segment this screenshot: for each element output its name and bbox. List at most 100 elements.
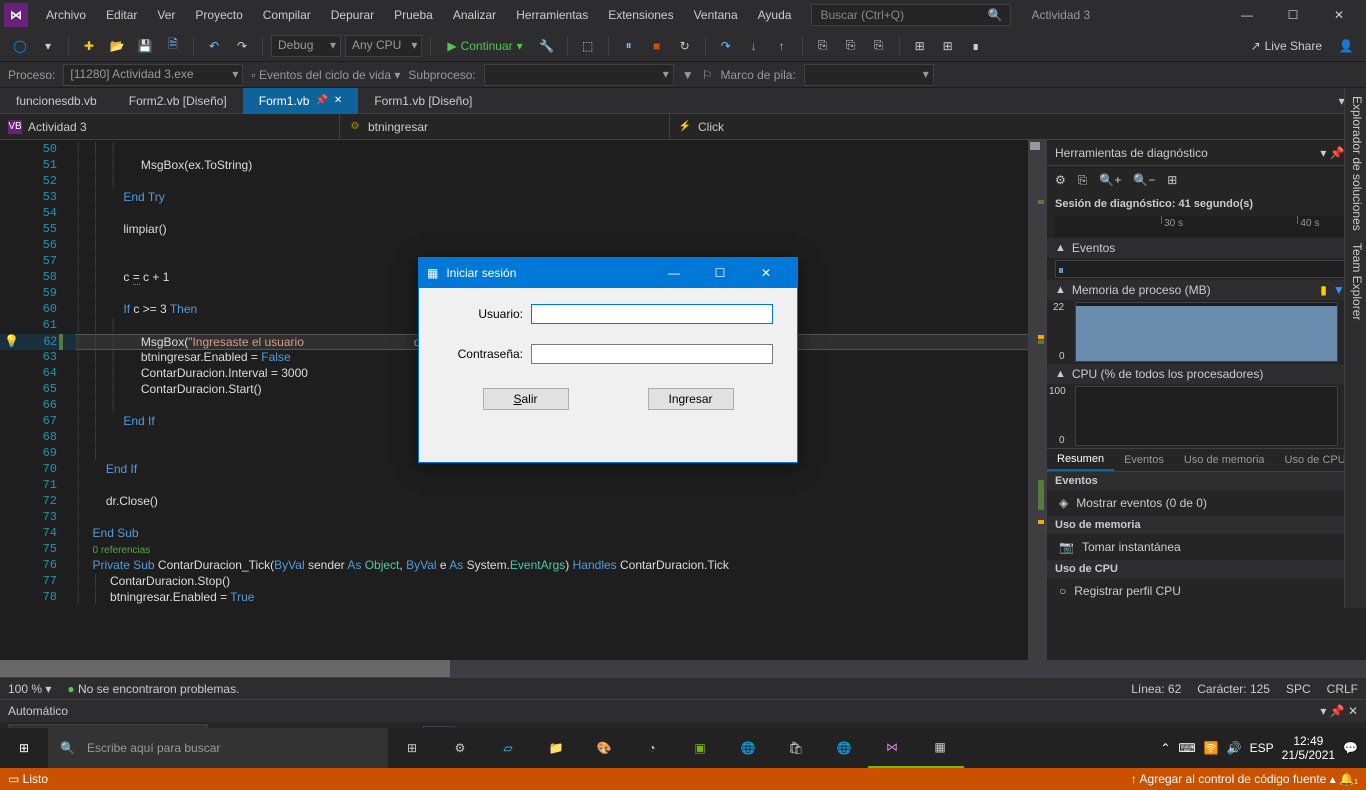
task-store-icon[interactable]: 🛍 bbox=[772, 728, 820, 768]
tray-lang[interactable]: ESP bbox=[1250, 741, 1274, 755]
minimize-button[interactable]: ― bbox=[1224, 0, 1270, 30]
diag-zoomout-icon[interactable]: 🔍− bbox=[1133, 173, 1155, 187]
login-close-button[interactable]: ✕ bbox=[743, 258, 789, 288]
menu-analizar[interactable]: Analizar bbox=[443, 0, 506, 30]
task-running-app-icon[interactable]: ▦ bbox=[916, 728, 964, 768]
salir-button[interactable]: Salir bbox=[483, 388, 569, 410]
menu-extensiones[interactable]: Extensiones bbox=[598, 0, 683, 30]
lightbulb-icon[interactable]: 💡 bbox=[4, 334, 19, 348]
marco-dropdown[interactable] bbox=[804, 64, 934, 86]
login-minimize-button[interactable]: ― bbox=[651, 258, 697, 288]
diag-select-icon[interactable]: ⎘ bbox=[1078, 173, 1088, 188]
tab-form2[interactable]: Form2.vb [Diseño] bbox=[113, 88, 243, 114]
menu-ver[interactable]: Ver bbox=[147, 0, 185, 30]
task-paint-icon[interactable]: 🎨 bbox=[580, 728, 628, 768]
task-explorer-icon[interactable]: 📁 bbox=[532, 728, 580, 768]
task-nvidia-icon[interactable]: ▣ bbox=[676, 728, 724, 768]
diag-zoomin-icon[interactable]: 🔍+ bbox=[1099, 173, 1121, 187]
spc-indicator[interactable]: SPC bbox=[1286, 682, 1311, 696]
filter2-icon[interactable]: ⚐ bbox=[702, 68, 713, 82]
diag-tomar-instantanea[interactable]: 📷Tomar instantánea bbox=[1047, 534, 1366, 560]
nav-class[interactable]: ⚙btningresar bbox=[340, 114, 670, 139]
menu-compilar[interactable]: Compilar bbox=[253, 0, 321, 30]
menu-ayuda[interactable]: Ayuda bbox=[748, 0, 802, 30]
close-button[interactable]: ✕ bbox=[1316, 0, 1362, 30]
task-settings-icon[interactable]: ⚙ bbox=[436, 728, 484, 768]
saveall-icon[interactable]: 🗎 bbox=[161, 34, 185, 58]
tb-icon-1[interactable]: 🔧 bbox=[535, 34, 559, 58]
vscrollbar[interactable] bbox=[1028, 140, 1046, 660]
task-view-icon[interactable]: ⊞ bbox=[388, 728, 436, 768]
fwd-icon[interactable]: ▾ bbox=[36, 34, 60, 58]
platform-dropdown[interactable]: Any CPU bbox=[345, 35, 422, 57]
pause-icon[interactable]: ⏸ bbox=[617, 34, 641, 58]
tb-icon-7[interactable]: ⊞ bbox=[936, 34, 960, 58]
save-icon[interactable]: 💾 bbox=[133, 34, 157, 58]
eventos-label[interactable]: ▫ Eventos del ciclo de vida ▾ bbox=[251, 68, 400, 82]
timeline-ruler[interactable]: 30 s 40 s bbox=[1055, 216, 1358, 236]
diag-settings-icon[interactable]: ⚙ bbox=[1055, 173, 1066, 187]
menu-herramientas[interactable]: Herramientas bbox=[506, 0, 598, 30]
menu-prueba[interactable]: Prueba bbox=[384, 0, 443, 30]
crlf-indicator[interactable]: CRLF bbox=[1327, 682, 1358, 696]
tray-up-icon[interactable]: ⌃ bbox=[1160, 741, 1170, 755]
close-icon[interactable]: ✕ bbox=[334, 95, 342, 106]
proceso-dropdown[interactable]: [11280] Actividad 3.exe bbox=[63, 64, 243, 86]
tab-form1-vb[interactable]: Form1.vb 📌 ✕ bbox=[243, 88, 359, 114]
diag-reset-icon[interactable]: ⊞ bbox=[1167, 173, 1177, 187]
tb-icon-3[interactable]: ⎘ bbox=[811, 34, 835, 58]
tab-funcionesdb[interactable]: funcionesdb.vb bbox=[0, 88, 113, 114]
problems-status[interactable]: ● No se encontraron problemas. bbox=[67, 682, 239, 696]
menu-depurar[interactable]: Depurar bbox=[321, 0, 384, 30]
config-dropdown[interactable]: Debug bbox=[271, 35, 341, 57]
maximize-button[interactable]: ☐ bbox=[1270, 0, 1316, 30]
tb-icon-5[interactable]: ⎘ bbox=[867, 34, 891, 58]
step-out-icon[interactable]: ↑ bbox=[770, 34, 794, 58]
login-titlebar[interactable]: ▦ Iniciar sesión ― ☐ ✕ bbox=[419, 258, 797, 288]
sidebar-team[interactable]: Team Explorer bbox=[1347, 243, 1364, 320]
diag-tab-memoria[interactable]: Uso de memoria bbox=[1174, 449, 1275, 471]
tb-icon-6[interactable]: ⊞ bbox=[908, 34, 932, 58]
ingresar-button[interactable]: Ingresar bbox=[648, 388, 734, 410]
step-into-icon[interactable]: ↓ bbox=[742, 34, 766, 58]
diag-tab-resumen[interactable]: Resumen bbox=[1047, 449, 1114, 471]
zoom-level[interactable]: 100 % ▾ bbox=[8, 682, 51, 696]
start-button[interactable]: ⊞ bbox=[0, 728, 48, 768]
tray-sound-icon[interactable]: 🔊 bbox=[1227, 741, 1242, 755]
diag-tab-eventos[interactable]: Eventos bbox=[1114, 449, 1174, 471]
open-icon[interactable]: 📂 bbox=[105, 34, 129, 58]
task-chrome-icon[interactable]: 🌐 bbox=[724, 728, 772, 768]
live-share-button[interactable]: ↗ Live Share bbox=[1243, 39, 1330, 53]
task-vs-icon[interactable]: ⋈ bbox=[868, 728, 916, 768]
nav-method[interactable]: ⚡Click bbox=[670, 114, 1366, 139]
taskbar-search[interactable]: 🔍 Escribe aquí para buscar bbox=[48, 728, 388, 768]
tb-icon-8[interactable]: ∎ bbox=[964, 34, 988, 58]
sidebar-explorador[interactable]: Explorador de soluciones bbox=[1347, 96, 1364, 231]
menu-archivo[interactable]: Archivo bbox=[36, 0, 96, 30]
task-app-icon[interactable]: ▱ bbox=[484, 728, 532, 768]
diag-eventos-header[interactable]: ▲ Eventos bbox=[1047, 238, 1366, 258]
char-indicator[interactable]: Carácter: 125 bbox=[1197, 682, 1270, 696]
login-maximize-button[interactable]: ☐ bbox=[697, 258, 743, 288]
menu-proyecto[interactable]: Proyecto bbox=[185, 0, 252, 30]
usuario-input[interactable] bbox=[531, 304, 773, 324]
tray-clock[interactable]: 12:4921/5/2021 bbox=[1282, 734, 1335, 762]
status-source-control[interactable]: ↑ Agregar al control de código fuente ▴ … bbox=[1131, 772, 1358, 786]
tb-icon-4[interactable]: ⎘ bbox=[839, 34, 863, 58]
task-steam-icon[interactable]: ◔ bbox=[628, 728, 676, 768]
diag-mostrar-eventos[interactable]: ◈Mostrar eventos (0 de 0) bbox=[1047, 490, 1366, 516]
hscrollbar[interactable] bbox=[0, 660, 1366, 677]
back-icon[interactable]: ◯ bbox=[8, 34, 32, 58]
split-icon[interactable] bbox=[1030, 142, 1040, 150]
line-indicator[interactable]: Línea: 62 bbox=[1131, 682, 1181, 696]
step-over-icon[interactable]: ↷ bbox=[714, 34, 738, 58]
global-search[interactable]: Buscar (Ctrl+Q) 🔍 bbox=[811, 4, 1011, 26]
menu-ventana[interactable]: Ventana bbox=[684, 0, 748, 30]
new-icon[interactable]: ✚ bbox=[77, 34, 101, 58]
diag-cpu-header[interactable]: ▲ CPU (% de todos los procesadores) bbox=[1047, 364, 1366, 384]
diag-memoria-header[interactable]: ▲ Memoria de proceso (MB) ▮▼● bbox=[1047, 280, 1366, 300]
tray-wifi-icon[interactable]: 🛜 bbox=[1204, 741, 1219, 755]
tab-form1-design[interactable]: Form1.vb [Diseño] bbox=[358, 88, 488, 114]
redo-icon[interactable]: ↷ bbox=[230, 34, 254, 58]
contrasena-input[interactable] bbox=[531, 344, 773, 364]
